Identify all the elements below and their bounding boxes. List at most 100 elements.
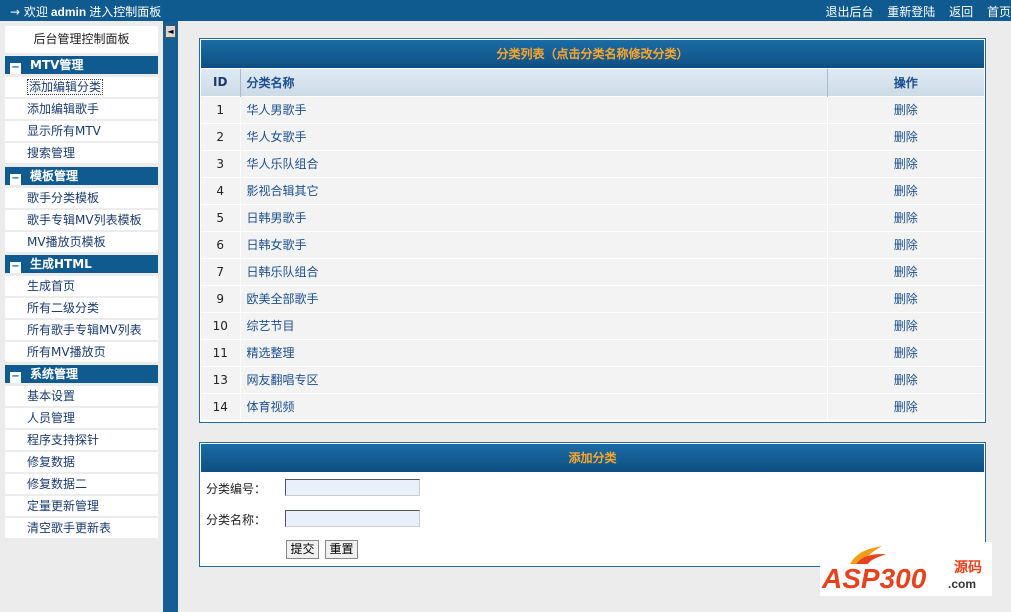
category-name-input[interactable]: [285, 510, 420, 527]
delete-link[interactable]: 删除: [827, 365, 984, 393]
welcome-text: → 欢迎 admin 进入控制面板: [10, 3, 161, 20]
sidebar-item-label: 添加编辑分类: [27, 79, 104, 95]
sidebar-item[interactable]: 生成首页: [5, 276, 158, 296]
sidebar-item[interactable]: 所有歌手专辑MV列表: [5, 320, 158, 340]
top-bar: → 欢迎 admin 进入控制面板 退出后台 重新登陆 返回 首页: [0, 0, 1011, 21]
category-name-link[interactable]: 网友翻唱专区: [240, 365, 828, 393]
table-row: 2 华人女歌手 删除: [201, 122, 984, 150]
table-row: 1 华人男歌手 删除: [201, 95, 984, 123]
sidebar: 后台管理控制面板 − MTV管理 添加编辑分类 添加编辑歌手 显示所有MTV 搜索管理 − 模…: [0, 21, 163, 612]
collapse-icon[interactable]: −: [10, 262, 21, 273]
sidebar-item-label: MV播放页模板: [27, 235, 106, 249]
table-row: 14 体育视频 删除: [201, 392, 984, 420]
frame-splitter[interactable]: ◄: [163, 21, 178, 612]
delete-link[interactable]: 删除: [827, 230, 984, 258]
sidebar-item[interactable]: 修复数据二: [5, 474, 158, 494]
category-id-cell: 13: [201, 365, 241, 393]
flame-logo-icon: ASP300 源码 .com: [821, 546, 982, 594]
sidebar-item[interactable]: 定量更新管理: [5, 496, 158, 516]
sidebar-item[interactable]: 添加编辑歌手: [5, 99, 158, 119]
sidebar-group-1[interactable]: − 模板管理: [5, 167, 158, 185]
category-name-link[interactable]: 日韩乐队组合: [240, 257, 828, 285]
sidebar-group-2[interactable]: − 生成HTML: [5, 255, 158, 273]
sidebar-item[interactable]: 清空歌手更新表: [5, 518, 158, 538]
collapse-icon[interactable]: −: [10, 63, 21, 74]
sidebar-item[interactable]: 显示所有MTV: [5, 121, 158, 141]
category-name-link[interactable]: 日韩男歌手: [240, 203, 828, 231]
category-name-link[interactable]: 华人男歌手: [240, 95, 828, 123]
collapse-arrow-icon[interactable]: ◄: [165, 25, 176, 38]
home-link[interactable]: 首页: [987, 5, 1011, 19]
sidebar-group-3[interactable]: − 系统管理: [5, 365, 158, 383]
sidebar-item[interactable]: 歌手专辑MV列表模板: [5, 210, 158, 230]
category-id-cell: 3: [201, 149, 241, 177]
category-id-input[interactable]: [285, 479, 420, 496]
category-id-cell: 2: [201, 122, 241, 150]
welcome-suffix: 进入控制面板: [89, 5, 162, 19]
sidebar-item-label: 基本设置: [27, 389, 76, 403]
category-name-link[interactable]: 精选整理: [240, 338, 828, 366]
delete-link[interactable]: 删除: [827, 392, 984, 420]
sidebar-item[interactable]: 人员管理: [5, 408, 158, 428]
reset-button[interactable]: 重置: [325, 540, 358, 559]
category-name-link[interactable]: 欧美全部歌手: [240, 284, 828, 312]
delete-link[interactable]: 删除: [827, 311, 984, 339]
delete-link[interactable]: 删除: [827, 284, 984, 312]
logout-link[interactable]: 退出后台: [825, 5, 873, 19]
sidebar-item[interactable]: 修复数据: [5, 452, 158, 472]
sidebar-item-label: 修复数据: [27, 455, 76, 469]
delete-link[interactable]: 删除: [827, 203, 984, 231]
delete-link[interactable]: 删除: [827, 149, 984, 177]
sidebar-group-label: 系统管理: [30, 367, 79, 381]
category-name-link[interactable]: 日韩女歌手: [240, 230, 828, 258]
category-name-link[interactable]: 影视合辑其它: [240, 176, 828, 204]
category-name-link[interactable]: 华人乐队组合: [240, 149, 828, 177]
sidebar-item[interactable]: 所有MV播放页: [5, 342, 158, 362]
category-id-cell: 4: [201, 176, 241, 204]
asp300-watermark-logo: ASP300 源码 .com: [820, 542, 992, 596]
sidebar-group-label: 模板管理: [30, 169, 79, 183]
table-row: 4 影视合辑其它 删除: [201, 176, 984, 204]
sidebar-item[interactable]: 添加编辑分类: [5, 77, 158, 97]
sidebar-item-label: 歌手专辑MV列表模板: [27, 213, 142, 227]
table-row: 10 综艺节目 删除: [201, 311, 984, 339]
category-id-label: 分类编号：: [206, 482, 267, 496]
delete-link[interactable]: 删除: [827, 122, 984, 150]
delete-link[interactable]: 删除: [827, 95, 984, 123]
sidebar-item-label: 所有歌手专辑MV列表: [27, 323, 142, 337]
category-name-link[interactable]: 综艺节目: [240, 311, 828, 339]
sidebar-item-label: 生成首页: [27, 279, 76, 293]
watermark-tag: 源码: [954, 559, 982, 576]
category-id-cell: 7: [201, 257, 241, 285]
sidebar-item[interactable]: 歌手分类模板: [5, 188, 158, 208]
submit-button[interactable]: 提交: [286, 540, 319, 559]
sidebar-item[interactable]: 所有二级分类: [5, 298, 158, 318]
delete-link[interactable]: 删除: [827, 176, 984, 204]
sidebar-item[interactable]: 基本设置: [5, 386, 158, 406]
watermark-brand: ASP300: [821, 563, 927, 594]
delete-link[interactable]: 删除: [827, 257, 984, 285]
category-name-link[interactable]: 体育视频: [240, 392, 828, 420]
sidebar-item[interactable]: 程序支持探针: [5, 430, 158, 450]
sidebar-group-label: MTV管理: [30, 58, 84, 72]
back-link[interactable]: 返回: [949, 5, 973, 19]
collapse-icon[interactable]: −: [10, 174, 21, 185]
table-row: 13 网友翻唱专区 删除: [201, 365, 984, 393]
category-id-cell: 11: [201, 338, 241, 366]
category-name-label: 分类名称：: [206, 513, 267, 527]
sidebar-item-label: 所有二级分类: [27, 301, 100, 315]
relogin-link[interactable]: 重新登陆: [887, 5, 935, 19]
sidebar-item-label: 添加编辑歌手: [27, 102, 100, 116]
sidebar-item-label: 修复数据二: [27, 477, 88, 491]
category-name-link[interactable]: 华人女歌手: [240, 122, 828, 150]
sidebar-item-label: 搜索管理: [27, 146, 76, 160]
collapse-icon[interactable]: −: [10, 372, 21, 383]
sidebar-item[interactable]: MV播放页模板: [5, 232, 158, 252]
table-row: 3 华人乐队组合 删除: [201, 149, 984, 177]
table-header-row: ID 分类名称 操作: [201, 69, 984, 96]
sidebar-item-label: 定量更新管理: [27, 499, 100, 513]
sidebar-item[interactable]: 搜索管理: [5, 143, 158, 163]
delete-link[interactable]: 删除: [827, 338, 984, 366]
table-row: 5 日韩男歌手 删除: [201, 203, 984, 231]
sidebar-group-0[interactable]: − MTV管理: [5, 56, 158, 74]
